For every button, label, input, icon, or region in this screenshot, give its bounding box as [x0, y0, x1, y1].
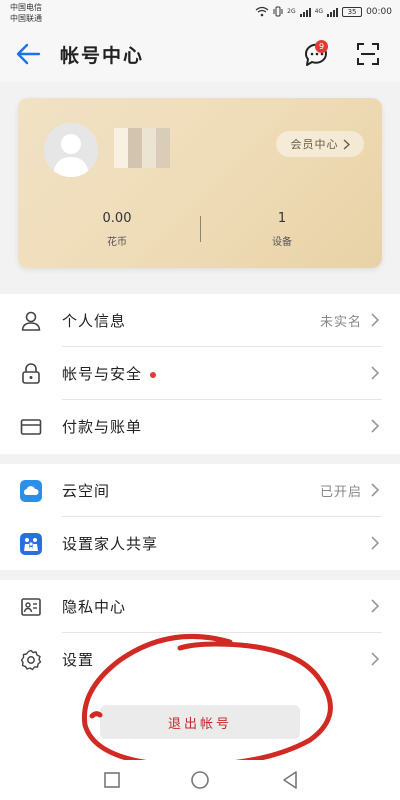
nav-back-button[interactable]: [278, 768, 302, 792]
privacy-center-label: 隐私中心: [62, 598, 127, 616]
scan-button[interactable]: [356, 42, 380, 66]
cloud-space-label: 云空间: [62, 482, 111, 500]
battery-icon: 35: [342, 6, 363, 17]
member-card: 会员中心 0.00 花币 1 设备: [18, 98, 382, 268]
card-icon: [20, 419, 42, 435]
personal-info-value: 未实名: [319, 315, 362, 330]
navigation-bar: [0, 760, 400, 800]
lock-icon: [22, 363, 40, 384]
chevron-right-icon: [371, 313, 380, 327]
back-arrow-icon: [16, 43, 41, 65]
vibrate-icon: [273, 6, 283, 17]
page-title: 帐号中心: [60, 45, 145, 67]
chevron-right-icon: [371, 536, 380, 550]
top-bar: 帐号中心 9: [0, 26, 400, 82]
coins-value: 0.00: [102, 211, 132, 226]
home-button[interactable]: [188, 768, 212, 792]
network-type-1: 2G: [287, 8, 296, 15]
row-privacy-center[interactable]: 隐私中心: [0, 580, 400, 633]
coins-stat[interactable]: 0.00 花币: [77, 211, 157, 248]
default-avatar-icon: [44, 123, 98, 177]
devices-label: 设备: [272, 237, 292, 248]
row-account-security[interactable]: 帐号与安全: [0, 347, 400, 400]
chevron-right-icon: [371, 652, 380, 666]
logout-button[interactable]: 退出帐号: [100, 705, 300, 739]
triangle-back-icon: [283, 771, 297, 789]
scan-icon: [357, 43, 379, 65]
chevron-right-icon: [343, 138, 350, 150]
person-icon: [21, 311, 41, 331]
cloud-icon: [20, 480, 42, 502]
username-blurred: [114, 128, 170, 168]
stat-divider: [200, 216, 201, 242]
cloud-space-value: 已开启: [319, 485, 362, 500]
signal-icon-2: [327, 7, 339, 17]
carrier-1: 中国电信: [10, 3, 42, 12]
back-button[interactable]: [14, 40, 44, 68]
row-payment-billing[interactable]: 付款与账单: [0, 400, 400, 453]
signal-icon-1: [299, 7, 311, 17]
personal-info-label: 个人信息: [62, 312, 127, 330]
message-badge: 9: [315, 40, 328, 53]
row-family-share[interactable]: 设置家人共享: [0, 517, 400, 570]
payment-billing-label: 付款与账单: [62, 418, 143, 436]
family-share-icon: [20, 533, 42, 555]
avatar[interactable]: [44, 123, 98, 177]
privacy-icon: [21, 598, 41, 616]
coins-label: 花币: [107, 237, 127, 248]
network-type-2: 4G: [314, 8, 324, 15]
settings-icon: [20, 649, 42, 671]
wifi-icon: [255, 6, 269, 17]
devices-value: 1: [277, 211, 287, 226]
account-security-text: 帐号与安全: [62, 365, 143, 383]
square-icon: [104, 772, 120, 788]
chevron-right-icon: [371, 419, 380, 433]
carrier-2: 中国联通: [10, 14, 42, 23]
account-section: 个人信息 未实名 帐号与安全 付款与账单: [0, 294, 400, 454]
status-bar: 中国电信 中国联通 2G 4G 35 00:00: [0, 0, 400, 26]
member-center-button[interactable]: 会员中心: [276, 131, 364, 157]
status-icons: 2G 4G 35 00:00: [255, 6, 392, 17]
settings-label: 设置: [62, 651, 95, 669]
circle-icon: [191, 771, 209, 789]
clock: 00:00: [366, 6, 392, 17]
notification-dot: [150, 371, 157, 378]
chevron-right-icon: [371, 366, 380, 380]
chevron-right-icon: [371, 483, 380, 497]
row-personal-info[interactable]: 个人信息 未实名: [0, 294, 400, 347]
row-cloud-space[interactable]: 云空间 已开启: [0, 464, 400, 517]
row-settings[interactable]: 设置: [0, 633, 400, 686]
member-center-label: 会员中心: [290, 138, 339, 151]
recents-button[interactable]: [100, 768, 124, 792]
family-share-label: 设置家人共享: [62, 535, 159, 553]
chevron-right-icon: [371, 599, 380, 613]
account-security-label: 帐号与安全: [62, 363, 157, 384]
carrier-info: 中国电信 中国联通: [10, 2, 42, 24]
cloud-section: 云空间 已开启 设置家人共享: [0, 464, 400, 570]
devices-stat[interactable]: 1 设备: [242, 211, 322, 248]
